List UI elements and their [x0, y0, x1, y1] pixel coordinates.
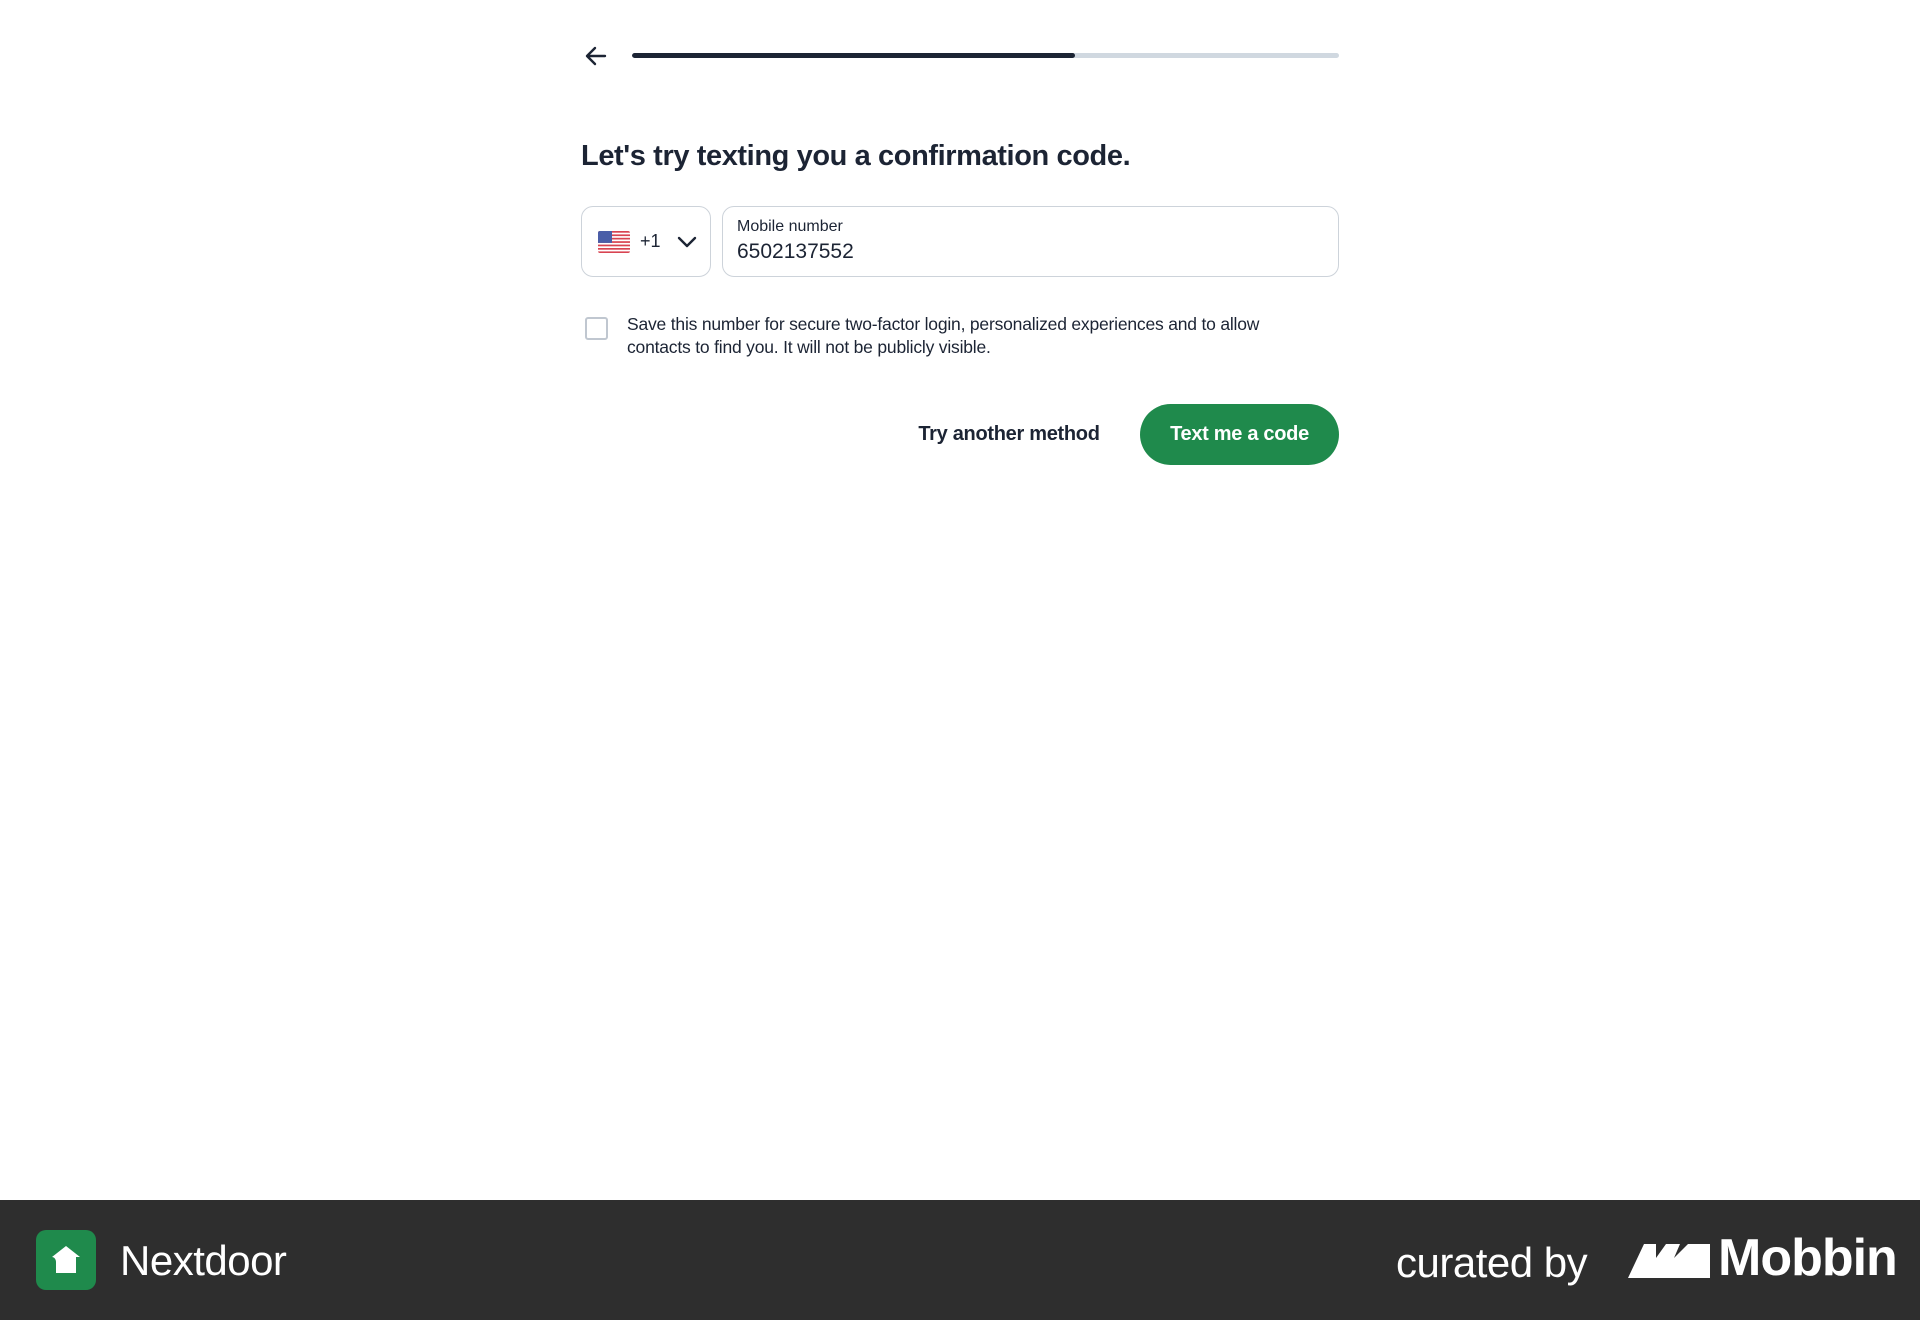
- text-me-a-code-button[interactable]: Text me a code: [1140, 404, 1339, 465]
- house-icon: [52, 1246, 80, 1273]
- back-button[interactable]: [580, 40, 612, 72]
- mobile-number-input[interactable]: [737, 239, 1324, 265]
- progress-bar: [632, 53, 1339, 58]
- chevron-down-icon: [677, 236, 696, 247]
- country-code-select[interactable]: +1: [581, 206, 711, 277]
- page-title: Let's try texting you a confirmation cod…: [581, 140, 1131, 172]
- nextdoor-app-icon: [36, 1230, 96, 1290]
- arrow-left-icon: [585, 46, 607, 66]
- save-number-consent-text: Save this number for secure two-factor l…: [627, 314, 1260, 357]
- save-number-checkbox[interactable]: [585, 317, 608, 340]
- footer-bar: Nextdoor curated by Mobbin: [0, 1200, 1920, 1320]
- mobbin-brand: Mobbin: [1718, 1229, 1898, 1287]
- mobile-number-field[interactable]: Mobile number: [722, 206, 1339, 277]
- mobbin-logo-icon: [1628, 1244, 1710, 1278]
- try-another-method-button[interactable]: Try another method: [904, 404, 1114, 465]
- app-name: Nextdoor: [120, 1237, 287, 1284]
- progress-bar-fill: [632, 53, 1075, 58]
- mobile-number-label: Mobile number: [737, 218, 843, 235]
- dial-code: +1: [640, 231, 661, 251]
- page: Let's try texting you a confirmation cod…: [0, 0, 1920, 1320]
- us-flag-icon: [598, 230, 630, 253]
- curated-by-label: curated by: [1396, 1239, 1588, 1286]
